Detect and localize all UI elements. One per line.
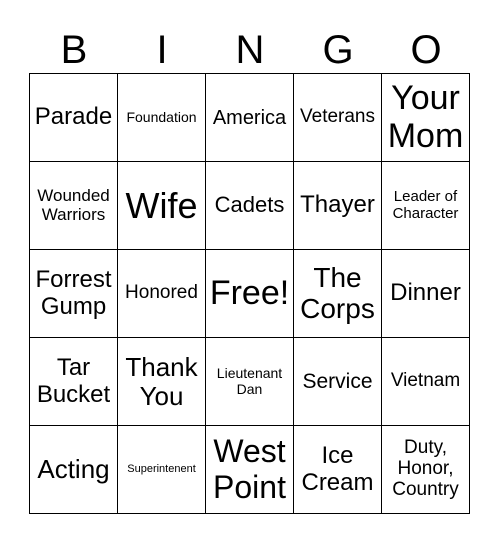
bingo-cell[interactable]: Leader of Character xyxy=(381,161,470,250)
bingo-cell[interactable]: Tar Bucket xyxy=(29,337,118,426)
bingo-cell[interactable]: Vietnam xyxy=(381,337,470,426)
bingo-cell[interactable]: Acting xyxy=(29,425,118,514)
bingo-card: Parade Foundation America Veterans Your Mom W… xyxy=(29,73,470,514)
bingo-cell[interactable]: Parade xyxy=(29,73,118,162)
bingo-cell[interactable]: Veterans xyxy=(293,73,382,162)
bingo-cell[interactable]: Your Mom xyxy=(381,73,470,162)
bingo-cell[interactable]: Cadets xyxy=(205,161,294,250)
bingo-cell[interactable]: Foundation xyxy=(117,73,206,162)
bingo-cell[interactable]: Thank You xyxy=(117,337,206,426)
bingo-cell[interactable]: Lieutenant Dan xyxy=(205,337,294,426)
bingo-cell[interactable]: Wife xyxy=(117,161,206,250)
header-letter: I xyxy=(156,28,168,72)
bingo-cell[interactable]: Wounded Warriors xyxy=(29,161,118,250)
bingo-cell[interactable]: Thayer xyxy=(293,161,382,250)
header-letter: N xyxy=(235,28,265,72)
bingo-cell[interactable]: America xyxy=(205,73,294,162)
header-letter: G xyxy=(322,28,354,72)
bingo-cell[interactable]: Service xyxy=(293,337,382,426)
bingo-cell[interactable]: Forrest Gump xyxy=(29,249,118,338)
header-letter: B xyxy=(60,28,88,72)
bingo-cell[interactable]: The Corps xyxy=(293,249,382,338)
bingo-cell[interactable]: Ice Cream xyxy=(293,425,382,514)
bingo-cell[interactable]: West Point xyxy=(205,425,294,514)
bingo-cell[interactable]: Superintenent xyxy=(117,425,206,514)
bingo-cell[interactable]: Free! xyxy=(205,249,294,338)
bingo-cell[interactable]: Honored xyxy=(117,249,206,338)
header-letter: O xyxy=(410,28,442,72)
bingo-header: BINGO xyxy=(30,28,470,72)
bingo-cell[interactable]: Duty, Honor, Country xyxy=(381,425,470,514)
bingo-cell[interactable]: Dinner xyxy=(381,249,470,338)
